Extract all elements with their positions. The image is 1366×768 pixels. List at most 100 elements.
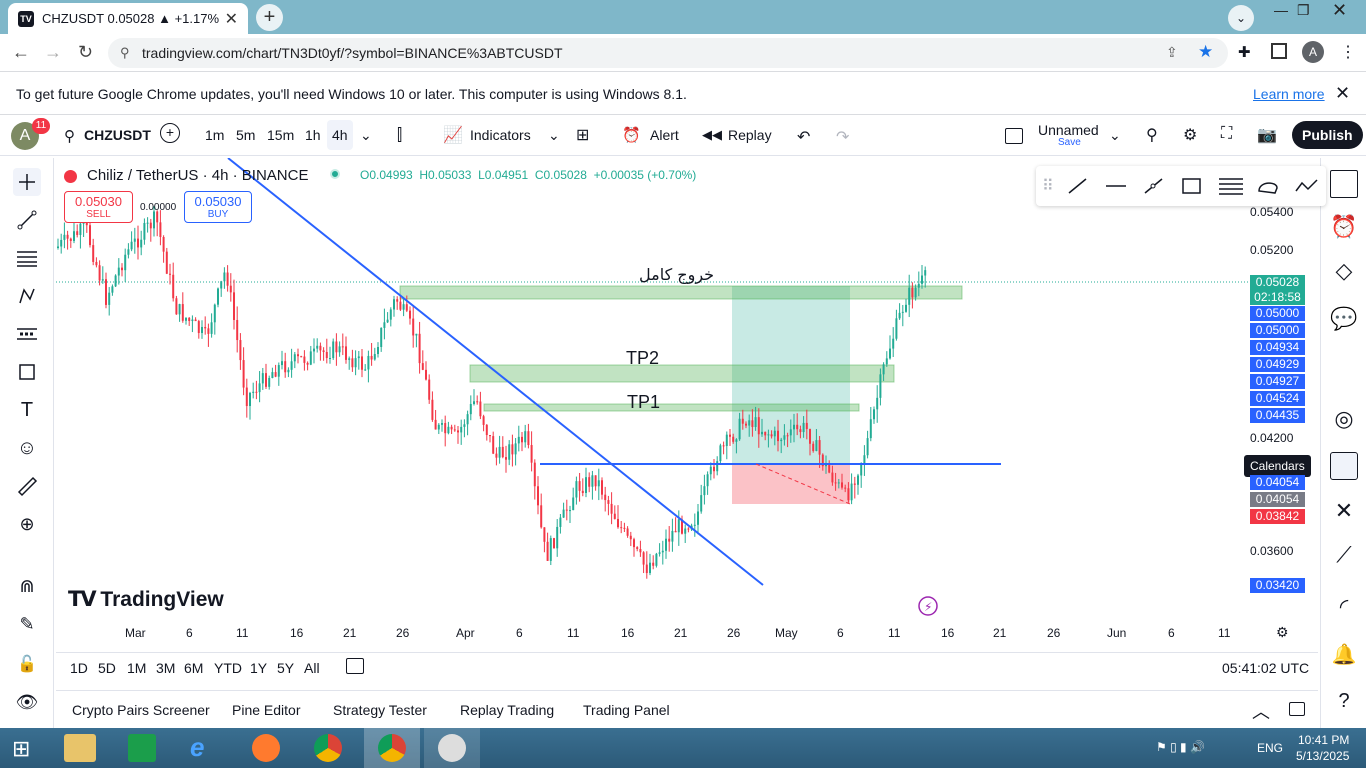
- chrome-menu-icon[interactable]: ⋮: [1340, 42, 1356, 62]
- chart-area[interactable]: ⚡ Chiliz / TetherUS · 4h · BINANCE O0.04…: [56, 158, 1326, 648]
- range-6m[interactable]: 6M: [184, 660, 203, 676]
- new-tab-button[interactable]: +: [256, 4, 283, 31]
- rectangle-tool-icon[interactable]: [1180, 176, 1204, 196]
- fib-retracement-icon[interactable]: [13, 244, 41, 272]
- fib-tool-icon[interactable]: [1218, 176, 1244, 196]
- interval-1h[interactable]: 1h: [305, 127, 321, 143]
- eye-icon[interactable]: 👁: [13, 688, 41, 716]
- screener-icon[interactable]: ⟋: [1330, 542, 1358, 570]
- search-icon[interactable]: ⚲: [64, 127, 75, 145]
- settings-icon[interactable]: ⚙: [1183, 125, 1197, 145]
- notifications-icon[interactable]: 🔔: [1330, 642, 1358, 670]
- interval-dropdown-icon[interactable]: ⌄: [360, 127, 372, 144]
- site-info-icon[interactable]: ⚲: [120, 45, 130, 61]
- alerts-clock-icon[interactable]: ⏰: [1330, 214, 1358, 242]
- chrome-icon[interactable]: [314, 734, 342, 762]
- drag-handle-icon[interactable]: ⠿: [1042, 176, 1054, 196]
- range-1m[interactable]: 1M: [127, 660, 146, 676]
- compare-symbol-icon[interactable]: +: [160, 123, 180, 143]
- sell-button[interactable]: 0.05030 SELL: [64, 191, 133, 223]
- save-label[interactable]: Save: [1058, 137, 1081, 148]
- axis-settings-icon[interactable]: ⚙: [1276, 624, 1289, 641]
- crosshair-icon[interactable]: [13, 168, 41, 196]
- help-icon[interactable]: ?: [1330, 690, 1358, 718]
- tp2-annotation[interactable]: TP2: [626, 348, 659, 369]
- share-icon[interactable]: ⇪: [1166, 44, 1178, 61]
- horizontal-line-tool-icon[interactable]: [1104, 176, 1128, 196]
- date-range-icon[interactable]: [346, 658, 364, 674]
- replay-icon[interactable]: ◀◀: [702, 127, 722, 143]
- range-1d[interactable]: 1D: [70, 660, 88, 676]
- range-all[interactable]: All: [304, 660, 320, 676]
- back-icon[interactable]: ←: [12, 42, 30, 63]
- side-panel-icon[interactable]: [1271, 43, 1287, 59]
- minimize-icon[interactable]: —: [1274, 2, 1288, 18]
- alert-icon[interactable]: ⏰: [622, 126, 641, 144]
- replay-button[interactable]: Replay: [728, 127, 772, 143]
- undo-icon[interactable]: ↶: [797, 127, 810, 147]
- redo-icon[interactable]: ↷: [836, 127, 849, 147]
- layout-dropdown-icon[interactable]: ⌄: [1109, 127, 1121, 144]
- indicators-dropdown-icon[interactable]: ⌄: [548, 127, 560, 144]
- tab-crypto-pairs-screener[interactable]: Crypto Pairs Screener: [72, 702, 210, 718]
- indicators-icon[interactable]: 📈: [443, 125, 463, 145]
- indicators-button[interactable]: Indicators: [470, 127, 531, 143]
- collapse-panel-icon[interactable]: ︿: [1252, 698, 1270, 724]
- utc-clock[interactable]: 05:41:02 UTC: [1222, 660, 1309, 676]
- ideas-icon[interactable]: ✕: [1330, 498, 1358, 526]
- trend-line-icon[interactable]: [13, 206, 41, 234]
- target-icon[interactable]: ◎: [1330, 406, 1358, 434]
- zoom-in-icon[interactable]: ⊕: [13, 510, 41, 538]
- file-explorer-icon[interactable]: [64, 734, 96, 762]
- shapes-icon[interactable]: [13, 358, 41, 386]
- alert-button[interactable]: Alert: [650, 127, 679, 143]
- firefox-icon[interactable]: [252, 734, 280, 762]
- layers-icon[interactable]: ◇: [1330, 258, 1358, 286]
- layout-icon[interactable]: [1005, 128, 1023, 144]
- chart-symbol-title[interactable]: Chiliz / TetherUS · 4h · BINANCE: [87, 167, 308, 184]
- tab-strategy-tester[interactable]: Strategy Tester: [333, 702, 427, 718]
- magnet-icon[interactable]: ⋒: [13, 572, 41, 600]
- streams-icon[interactable]: ◜: [1330, 594, 1358, 622]
- exit-annotation[interactable]: خروج كامل: [639, 265, 714, 284]
- path-tool-icon[interactable]: [1294, 176, 1320, 196]
- emoji-icon[interactable]: ☺: [13, 434, 41, 462]
- line-tool-icon[interactable]: [1066, 176, 1090, 196]
- tray-icons[interactable]: ⚑ ▯ ▮ 🔊: [1156, 740, 1205, 754]
- internet-explorer-icon[interactable]: e: [190, 732, 204, 763]
- range-ytd[interactable]: YTD: [214, 660, 242, 676]
- chrome-active-window[interactable]: [364, 728, 420, 768]
- maximize-panel-icon[interactable]: [1289, 702, 1305, 716]
- lock-icon[interactable]: 🔓: [13, 650, 41, 678]
- close-window-icon[interactable]: ✕: [1332, 0, 1347, 21]
- maximize-icon[interactable]: ❐: [1297, 2, 1310, 19]
- learn-more-link[interactable]: Learn more: [1253, 86, 1325, 102]
- interval-15m[interactable]: 15m: [267, 127, 294, 143]
- lock-drawing-icon[interactable]: ✎: [13, 610, 41, 638]
- ruler-icon[interactable]: [13, 472, 41, 500]
- candles-type-icon[interactable]: ⫿: [397, 127, 402, 145]
- input-language[interactable]: ENG: [1257, 741, 1283, 755]
- tab-search-icon[interactable]: ⌄: [1228, 5, 1254, 31]
- close-info-bar-icon[interactable]: ✕: [1335, 83, 1350, 104]
- prediction-icon[interactable]: [13, 320, 41, 348]
- reload-icon[interactable]: ↻: [78, 42, 93, 63]
- browser-tab[interactable]: TV CHZUSDT 0.05028 ▲ +1.17% Un ✕: [8, 3, 248, 34]
- interval-5m[interactable]: 5m: [236, 127, 255, 143]
- bookmark-star-icon[interactable]: ★: [1198, 42, 1213, 62]
- tp1-annotation[interactable]: TP1: [627, 392, 660, 413]
- publish-button[interactable]: Publish: [1292, 121, 1363, 149]
- close-tab-icon[interactable]: ✕: [225, 9, 238, 29]
- tab-pine-editor[interactable]: Pine Editor: [232, 702, 300, 718]
- snapshot-icon[interactable]: 📷: [1257, 125, 1277, 145]
- clock-time[interactable]: 10:41 PM: [1298, 733, 1349, 747]
- watchlist-icon[interactable]: [1330, 170, 1358, 198]
- store-icon[interactable]: [128, 734, 156, 762]
- callout-tool-icon[interactable]: [1256, 176, 1280, 196]
- tab-replay-trading[interactable]: Replay Trading: [460, 702, 554, 718]
- symbol-search-button[interactable]: CHZUSDT: [84, 127, 151, 143]
- range-3m[interactable]: 3M: [156, 660, 175, 676]
- quick-search-icon[interactable]: ⚲: [1146, 125, 1158, 145]
- templates-icon[interactable]: ⊞: [576, 125, 589, 145]
- range-1y[interactable]: 1Y: [250, 660, 267, 676]
